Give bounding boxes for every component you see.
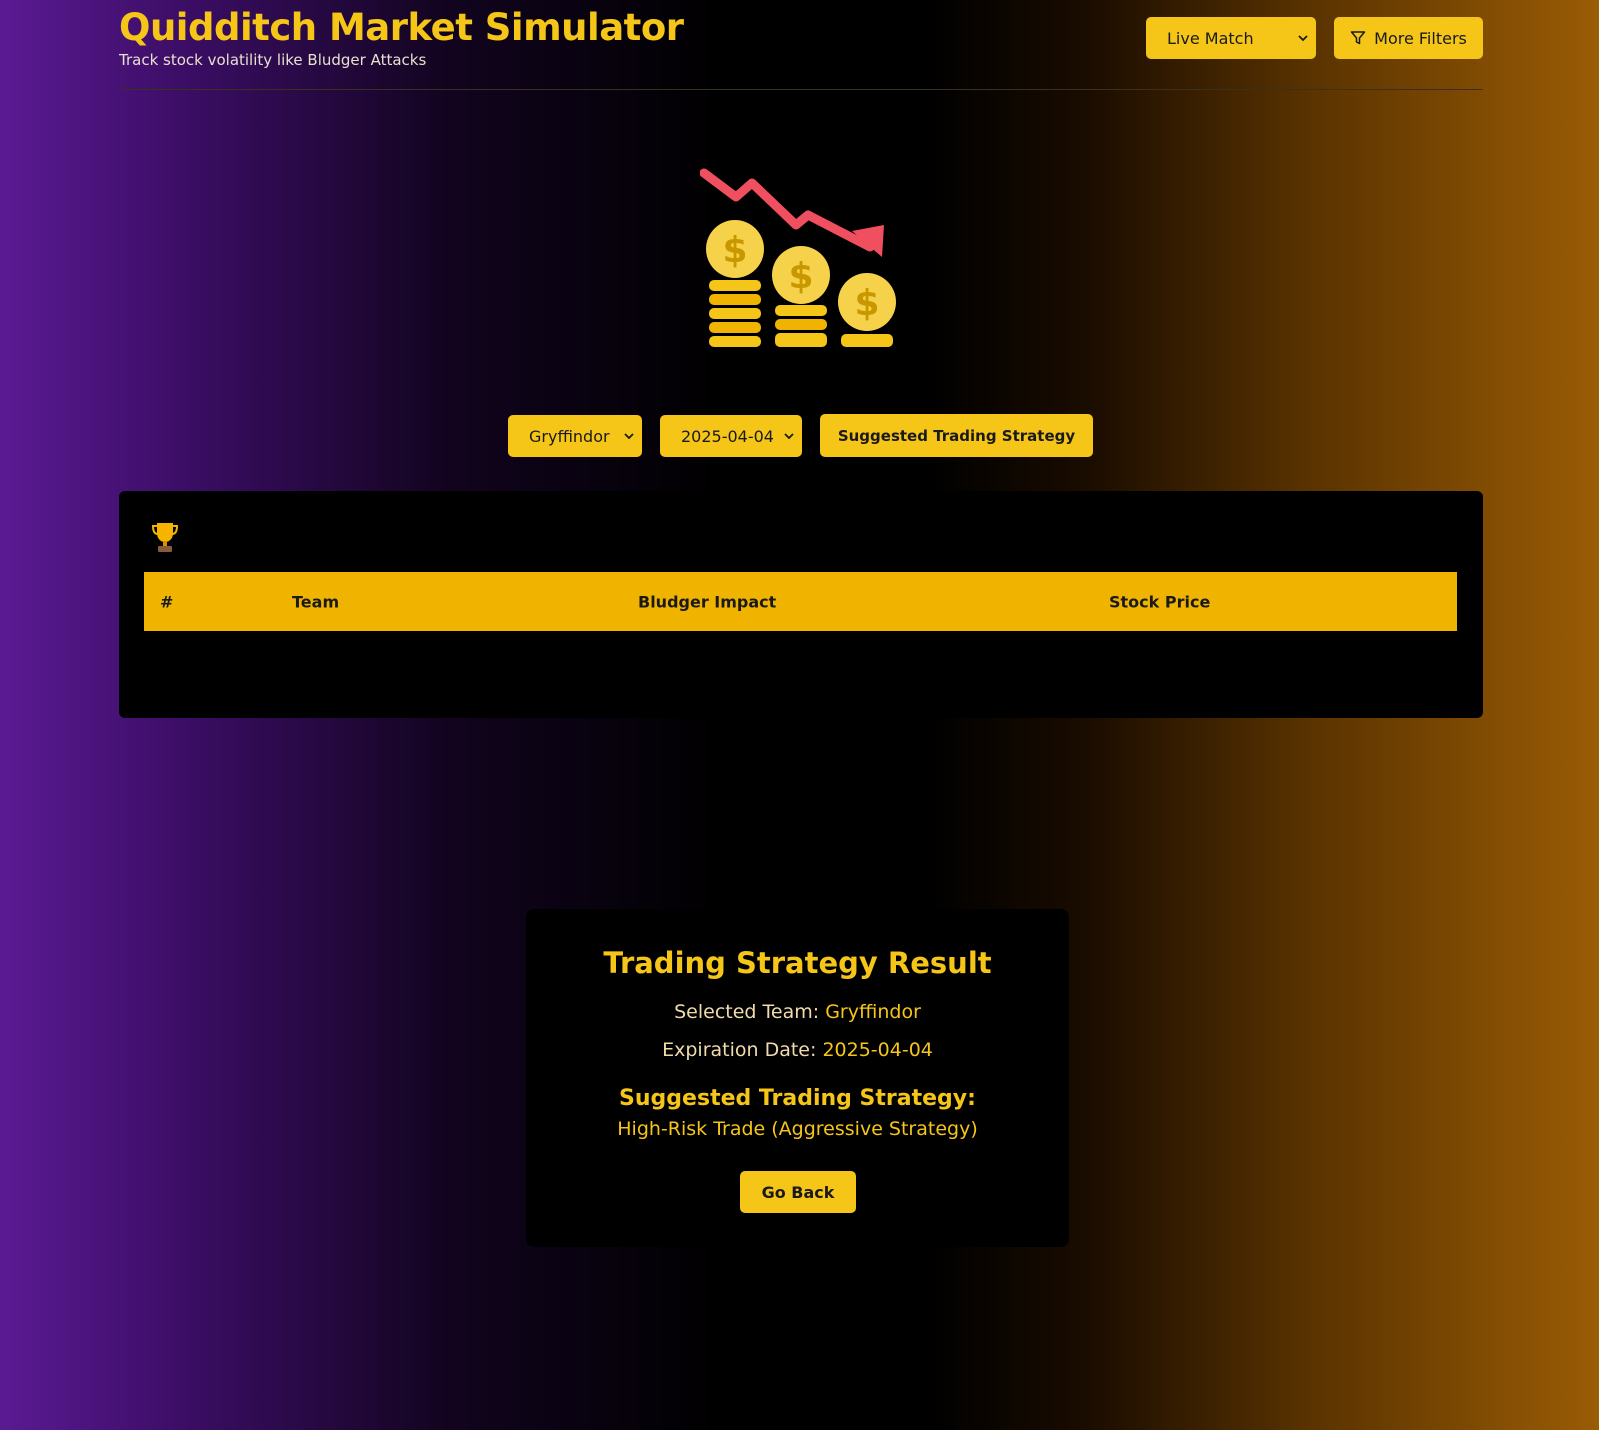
result-title: Trading Strategy Result bbox=[603, 946, 992, 980]
more-filters-button[interactable]: More Filters bbox=[1334, 17, 1483, 59]
selected-team-label: Selected Team: bbox=[674, 1001, 820, 1023]
mode-select[interactable]: Live Match bbox=[1146, 17, 1316, 59]
column-header-bludger-impact[interactable]: Bludger Impact bbox=[638, 592, 776, 611]
app-title: Quidditch Market Simulator bbox=[119, 6, 684, 49]
leaderboard-panel: # Team Bludger Impact Stock Price bbox=[119, 491, 1483, 718]
column-header-number[interactable]: # bbox=[160, 592, 173, 611]
chevron-down-icon bbox=[624, 433, 634, 440]
selected-team-value: Gryffindor bbox=[825, 1001, 921, 1023]
table-header-row: # Team Bludger Impact Stock Price bbox=[144, 572, 1457, 631]
expiration-date-value: 2025-04-04 bbox=[822, 1039, 933, 1061]
svg-text:$: $ bbox=[722, 230, 747, 271]
selected-team-line: Selected Team: Gryffindor bbox=[526, 1001, 1069, 1023]
column-header-team[interactable]: Team bbox=[292, 592, 339, 611]
team-select[interactable]: Gryffindor bbox=[508, 415, 642, 457]
filter-icon bbox=[1350, 31, 1366, 45]
app-subtitle: Track stock volatility like Bludger Atta… bbox=[119, 51, 427, 69]
more-filters-label: More Filters bbox=[1374, 28, 1467, 48]
column-header-stock-price[interactable]: Stock Price bbox=[1109, 592, 1210, 611]
strategy-value: High-Risk Trade (Aggressive Strategy) bbox=[617, 1118, 978, 1140]
suggested-strategy-button[interactable]: Suggested Trading Strategy bbox=[820, 414, 1093, 457]
team-select-value: Gryffindor bbox=[529, 426, 610, 446]
expiration-date-label: Expiration Date: bbox=[662, 1039, 817, 1061]
strategy-result-card: Trading Strategy Result Selected Team: G… bbox=[526, 909, 1069, 1247]
chevron-down-icon bbox=[784, 433, 794, 440]
mode-select-value: Live Match bbox=[1167, 28, 1254, 48]
svg-text:$: $ bbox=[854, 283, 879, 324]
svg-text:$: $ bbox=[788, 256, 813, 297]
trophy-icon bbox=[151, 523, 179, 552]
strategy-heading: Suggested Trading Strategy: bbox=[619, 1086, 976, 1111]
date-select[interactable]: 2025-04-04 bbox=[660, 415, 802, 457]
expiration-date-line: Expiration Date: 2025-04-04 bbox=[526, 1039, 1069, 1061]
date-select-value: 2025-04-04 bbox=[681, 426, 774, 446]
chevron-down-icon bbox=[1298, 35, 1308, 42]
go-back-button[interactable]: Go Back bbox=[740, 1171, 856, 1213]
falling-coins-chart-icon: $ $ $ bbox=[700, 168, 896, 347]
